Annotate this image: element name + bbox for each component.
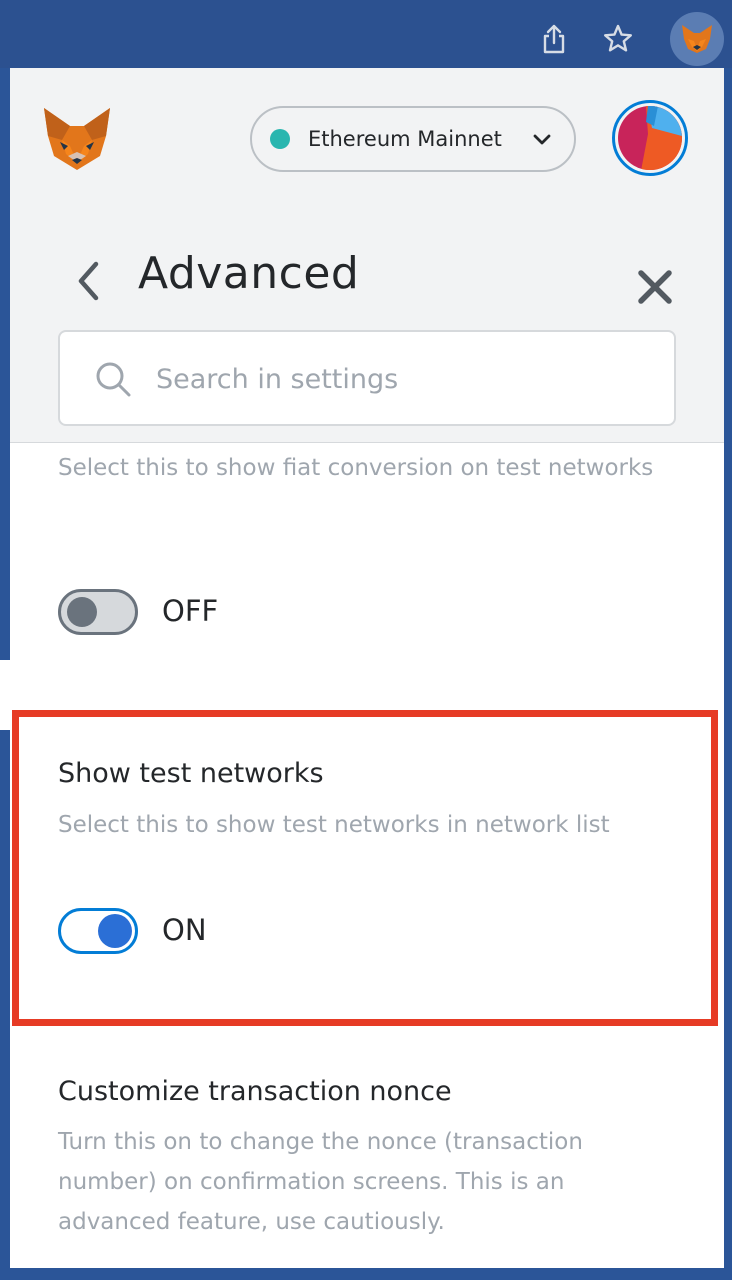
setting-description: Turn this on to change the nonce (transa… (58, 1129, 583, 1235)
toggle-state-label: ON (162, 913, 207, 947)
search-icon (96, 362, 131, 397)
show-test-networks-toggle[interactable] (58, 908, 138, 954)
chevron-left-icon[interactable] (72, 258, 106, 304)
search-input[interactable] (154, 356, 638, 402)
setting-title: Show test networks (58, 758, 324, 789)
metamask-fox-icon[interactable] (670, 12, 724, 66)
setting-title: Customize transaction nonce (58, 1076, 452, 1107)
metamask-logo-icon[interactable] (40, 106, 114, 174)
account-avatar[interactable] (612, 100, 688, 176)
browser-toolbar (0, 0, 732, 68)
network-name: Ethereum Mainnet (308, 127, 502, 151)
star-icon[interactable] (600, 20, 636, 58)
setting-description: Select this to show fiat conversion on t… (58, 455, 654, 481)
page-edge-fragment (0, 660, 10, 730)
metamask-popup: Ethereum Mainnet Advanced Select this to… (10, 68, 724, 1268)
network-selector[interactable]: Ethereum Mainnet (250, 106, 576, 172)
fiat-conversion-toggle[interactable] (58, 589, 138, 635)
page-title: Advanced (138, 248, 360, 299)
close-icon[interactable] (634, 266, 676, 308)
toggle-knob (98, 914, 132, 948)
share-icon[interactable] (536, 20, 572, 58)
chevron-down-icon (533, 134, 551, 145)
toggle-state-label: OFF (162, 594, 219, 628)
network-status-dot (270, 129, 290, 149)
toggle-knob (67, 597, 97, 627)
settings-search[interactable] (58, 330, 676, 426)
settings-header: Ethereum Mainnet Advanced (10, 68, 724, 443)
setting-description: Select this to show test networks in net… (58, 812, 610, 838)
